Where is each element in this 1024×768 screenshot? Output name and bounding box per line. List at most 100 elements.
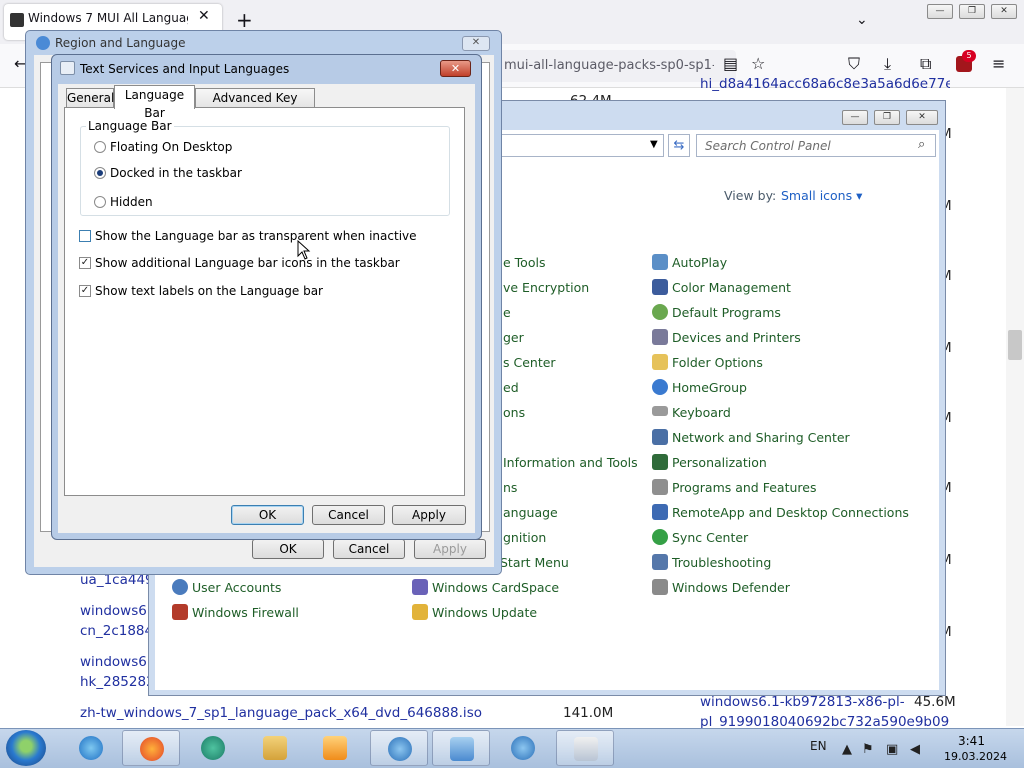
cp-item[interactable]: ons bbox=[503, 405, 525, 420]
cp-item[interactable]: ve Encryption bbox=[503, 280, 589, 295]
text-services-close-icon[interactable]: ✕ bbox=[440, 60, 471, 77]
tab-general[interactable]: General bbox=[66, 88, 114, 108]
taskbar-region[interactable] bbox=[370, 730, 428, 766]
cp-item[interactable]: ger bbox=[503, 330, 524, 345]
cp-item[interactable]: s Center bbox=[503, 355, 556, 370]
cp-item-color-management[interactable]: Color Management bbox=[672, 280, 791, 295]
clock-date[interactable]: 19.03.2024 bbox=[944, 750, 1007, 763]
close-window-icon[interactable]: ✕ bbox=[991, 4, 1017, 19]
cp-item[interactable]: ed bbox=[503, 380, 519, 395]
cp-item[interactable]: Information and Tools bbox=[503, 455, 638, 470]
taskbar-media-player[interactable] bbox=[306, 730, 364, 766]
cp-item-homegroup[interactable]: HomeGroup bbox=[672, 380, 747, 395]
cp-item-autoplay[interactable]: AutoPlay bbox=[672, 255, 727, 270]
ok-button[interactable]: OK bbox=[231, 505, 304, 525]
personalization-icon bbox=[652, 454, 668, 470]
search-icon[interactable]: ⌕ bbox=[918, 137, 925, 152]
page-link[interactable]: hi_d8a4164acc68a6c8e3a5a6d6e77ea bbox=[700, 76, 950, 92]
cp-item-devices-printers[interactable]: Devices and Printers bbox=[672, 330, 801, 345]
page-link[interactable]: windows6.1-kb972813-x86-pl- bbox=[700, 694, 905, 710]
taskbar-app[interactable] bbox=[184, 730, 242, 766]
extensions-icon[interactable]: ⧉ bbox=[920, 54, 931, 74]
cp-item[interactable]: ns bbox=[503, 480, 517, 495]
language-indicator[interactable]: EN bbox=[810, 739, 827, 753]
cp-item-folder-options[interactable]: Folder Options bbox=[672, 355, 763, 370]
taskbar-firefox[interactable] bbox=[122, 730, 180, 766]
cp-item-default-programs[interactable]: Default Programs bbox=[672, 305, 781, 320]
taskbar-explorer[interactable] bbox=[246, 730, 304, 766]
taskbar-globe[interactable] bbox=[494, 730, 552, 766]
address-bar[interactable] bbox=[498, 134, 664, 157]
tab-close-icon[interactable]: ✕ bbox=[198, 8, 210, 24]
clock-time[interactable]: 3:41 bbox=[958, 734, 985, 748]
radio-docked-label[interactable]: Docked in the taskbar bbox=[110, 166, 242, 180]
cp-item-personalization[interactable]: Personalization bbox=[672, 455, 767, 470]
reader-view-icon[interactable]: ▤ bbox=[723, 54, 738, 73]
cp-item-remoteapp[interactable]: RemoteApp and Desktop Connections bbox=[672, 505, 909, 520]
page-scrollbar[interactable] bbox=[1006, 88, 1024, 726]
tab-language-bar[interactable]: Language Bar bbox=[114, 85, 195, 120]
start-button[interactable] bbox=[6, 730, 46, 766]
region-cancel-button[interactable]: Cancel bbox=[333, 539, 405, 559]
scrollbar-thumb[interactable] bbox=[1008, 330, 1022, 360]
cp-item-cardspace[interactable]: Windows CardSpace bbox=[432, 580, 559, 595]
radio-hidden-label[interactable]: Hidden bbox=[110, 195, 153, 209]
region-apply-button[interactable]: Apply bbox=[414, 539, 486, 559]
taskbar-control-panel[interactable] bbox=[432, 730, 490, 766]
troubleshooting-icon bbox=[652, 554, 668, 570]
cp-item[interactable]: e bbox=[503, 305, 511, 320]
cp-item[interactable]: Start Menu bbox=[500, 555, 569, 570]
cp-item-firewall[interactable]: Windows Firewall bbox=[192, 605, 299, 620]
view-by-dropdown[interactable]: Small icons ▾ bbox=[781, 188, 862, 203]
refresh-icon[interactable]: ⇆ bbox=[668, 134, 690, 157]
show-hidden-icons-icon[interactable]: ▲ bbox=[842, 742, 852, 757]
checkbox-transparent-label[interactable]: Show the Language bar as transparent whe… bbox=[95, 229, 417, 243]
region-ok-button[interactable]: OK bbox=[252, 539, 324, 559]
cp-item-user-accounts[interactable]: User Accounts bbox=[192, 580, 281, 595]
network-icon[interactable]: ▣ bbox=[886, 742, 898, 757]
cp-item[interactable]: anguage bbox=[503, 505, 558, 520]
page-link[interactable]: cn_2c1884 bbox=[80, 623, 153, 639]
cancel-button[interactable]: Cancel bbox=[312, 505, 385, 525]
page-link[interactable]: zh-tw_windows_7_sp1_language_pack_x64_dv… bbox=[80, 705, 482, 721]
checkbox-additional-icons-label[interactable]: Show additional Language bar icons in th… bbox=[95, 256, 400, 270]
bookmark-star-icon[interactable]: ☆ bbox=[751, 54, 765, 73]
taskbar-text-services[interactable] bbox=[556, 730, 614, 766]
new-tab-icon[interactable]: + bbox=[236, 8, 253, 32]
address-dropdown-icon[interactable]: ▼ bbox=[650, 139, 658, 150]
cp-item[interactable]: e Tools bbox=[503, 255, 545, 270]
cp-item-programs-features[interactable]: Programs and Features bbox=[672, 480, 816, 495]
page-link[interactable]: hk_285282 bbox=[80, 674, 155, 690]
cp-item-network-sharing[interactable]: Network and Sharing Center bbox=[672, 430, 850, 445]
cp-item-keyboard[interactable]: Keyboard bbox=[672, 405, 731, 420]
cp-item-windows-update[interactable]: Windows Update bbox=[432, 605, 537, 620]
cp-maximize-icon[interactable]: ❐ bbox=[874, 110, 900, 125]
volume-muted-icon[interactable]: ◀ bbox=[910, 742, 920, 757]
url-text: mui-all-language-packs-sp0-sp1-x bbox=[504, 58, 714, 73]
radio-floating-label[interactable]: Floating On Desktop bbox=[110, 140, 232, 154]
radio-hidden[interactable] bbox=[94, 196, 106, 208]
cp-minimize-icon[interactable]: — bbox=[842, 110, 868, 125]
taskbar-ie[interactable] bbox=[62, 730, 120, 766]
cp-item[interactable]: gnition bbox=[503, 530, 546, 545]
cp-close-icon[interactable]: ✕ bbox=[906, 110, 938, 125]
checkbox-transparent[interactable] bbox=[79, 230, 91, 242]
checkbox-text-labels[interactable]: ✓ bbox=[79, 285, 91, 297]
cp-item-windows-defender[interactable]: Windows Defender bbox=[672, 580, 790, 595]
restore-icon[interactable]: ❐ bbox=[959, 4, 985, 19]
checkbox-text-labels-label[interactable]: Show text labels on the Language bar bbox=[95, 284, 323, 298]
flag-icon[interactable]: ⚑ bbox=[862, 742, 874, 757]
cp-item-sync-center[interactable]: Sync Center bbox=[672, 530, 748, 545]
radio-floating[interactable] bbox=[94, 141, 106, 153]
pocket-icon[interactable]: ⛉ bbox=[848, 54, 860, 74]
menu-icon[interactable]: ≡ bbox=[992, 54, 1005, 73]
apply-button[interactable]: Apply bbox=[392, 505, 466, 525]
region-close-icon[interactable]: ✕ bbox=[462, 36, 490, 51]
cp-item-troubleshooting[interactable]: Troubleshooting bbox=[672, 555, 771, 570]
checkbox-additional-icons[interactable]: ✓ bbox=[79, 257, 91, 269]
radio-docked[interactable] bbox=[94, 167, 106, 179]
download-icon[interactable]: ⤓ bbox=[884, 54, 891, 74]
list-tabs-chevron-icon[interactable]: ⌄ bbox=[856, 12, 868, 28]
minimize-icon[interactable]: — bbox=[927, 4, 953, 19]
tab-advanced-key-settings[interactable]: Advanced Key Settings bbox=[195, 88, 315, 123]
